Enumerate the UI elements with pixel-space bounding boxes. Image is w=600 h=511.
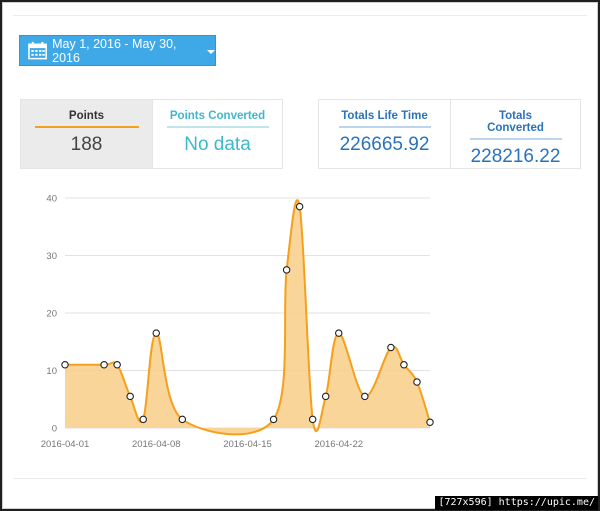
y-tick-label: 30 xyxy=(46,251,57,262)
y-tick-label: 0 xyxy=(52,424,57,435)
x-tick-label: 2016-04-15 xyxy=(223,439,272,450)
x-tick-label: 2016-04-08 xyxy=(132,439,181,450)
data-point xyxy=(139,415,147,424)
data-point xyxy=(387,343,395,352)
data-point xyxy=(426,418,434,427)
data-point xyxy=(61,361,69,369)
totals-life-time-label: Totals Life Time xyxy=(338,110,431,128)
date-range-button[interactable]: May 1, 2016 - May 30, 2016 xyxy=(19,35,216,66)
totals-card: Totals Life Time 226665.92 Totals Conver… xyxy=(318,99,581,169)
points-converted-value: No data xyxy=(184,134,251,155)
caret-down-icon xyxy=(207,49,215,54)
series-area xyxy=(65,200,430,435)
data-point xyxy=(126,392,134,401)
data-point xyxy=(400,361,408,369)
points-label: Points xyxy=(34,110,139,128)
totals-converted-stat[interactable]: Totals Converted 228216.22 xyxy=(450,100,580,168)
data-point xyxy=(282,266,291,274)
totals-converted-label: Totals Converted xyxy=(469,110,562,140)
data-point xyxy=(269,415,278,424)
points-value: 188 xyxy=(70,134,103,155)
data-point xyxy=(413,378,421,386)
data-point xyxy=(152,329,161,337)
data-point xyxy=(295,202,304,211)
data-point xyxy=(113,361,121,369)
points-card: Points 188 Points Converted No data xyxy=(20,99,283,169)
x-tick-label: 2016-04-01 xyxy=(41,439,90,450)
data-point xyxy=(321,392,330,401)
y-tick-label: 40 xyxy=(46,194,57,205)
totals-converted-value: 228216.22 xyxy=(470,146,561,167)
y-tick-label: 20 xyxy=(46,309,57,320)
y-tick-label: 10 xyxy=(46,366,57,377)
data-point xyxy=(334,329,343,337)
data-point xyxy=(308,415,317,424)
points-converted-stat[interactable]: Points Converted No data xyxy=(152,100,282,168)
points-stat[interactable]: Points 188 xyxy=(21,100,152,168)
totals-life-time-stat[interactable]: Totals Life Time 226665.92 xyxy=(319,100,450,168)
totals-life-time-value: 226665.92 xyxy=(339,134,430,155)
watermark: [727x596] https://upic.me/ xyxy=(435,496,598,510)
data-point xyxy=(100,361,108,369)
points-area-chart: 0 10 20 30 40 2016-04-01 2016-04-08 2016-04-15 2… xyxy=(41,194,434,450)
points-converted-label: Points Converted xyxy=(166,110,269,128)
x-tick-label: 2016-04-22 xyxy=(314,439,363,450)
data-point xyxy=(361,392,369,401)
date-range-label: May 1, 2016 - May 30, 2016 xyxy=(52,36,177,65)
calendar-icon xyxy=(28,41,47,60)
data-point xyxy=(178,415,187,424)
